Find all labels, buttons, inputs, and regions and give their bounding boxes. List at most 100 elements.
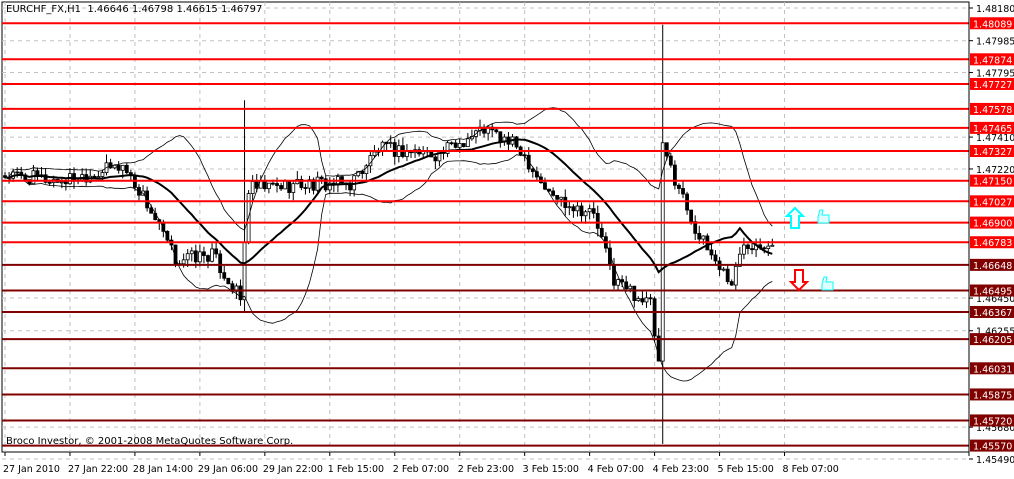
chart-window[interactable]: 1.48180 1.47985 1.47795 1.47410 1.47220 1.464… (0, 0, 1014, 479)
level-price-label: 1.47327 (973, 147, 1012, 158)
candle-body (116, 164, 121, 171)
candle-body (709, 249, 714, 256)
candle-body (315, 176, 320, 191)
candle-body (250, 181, 255, 195)
candle-body (153, 212, 158, 221)
candle-body (579, 205, 584, 217)
candle-body (599, 227, 604, 238)
symbol-label: EURCHF_FX,H1 (6, 4, 82, 15)
candle-body (108, 162, 113, 169)
x-tick-label: 1 Feb 15:00 (328, 464, 384, 475)
level-price-label: 1.46495 (973, 287, 1012, 298)
x-tick-label: 2 Feb 23:00 (458, 464, 514, 475)
candle-body (648, 297, 653, 300)
candle-body (206, 255, 210, 262)
candle-body (746, 244, 750, 249)
candle-body (433, 156, 438, 162)
candle-body (303, 187, 308, 189)
candle-body (729, 281, 734, 286)
candle-body (15, 171, 20, 174)
x-tick-label: 29 Jan 06:00 (198, 464, 258, 475)
candle-body (453, 142, 458, 148)
candle-body (750, 248, 754, 251)
candle-body (664, 142, 669, 157)
candle-body (587, 208, 592, 213)
candle-body (202, 251, 206, 256)
candle-body (275, 183, 279, 186)
level-price-label: 1.46648 (973, 261, 1012, 272)
y-tick-label: 1.47220 (976, 165, 1014, 176)
candle-body (59, 181, 64, 184)
candle-body (677, 184, 681, 189)
candle-body (616, 279, 620, 286)
level-price-label: 1.46205 (973, 335, 1012, 346)
candle-body (124, 164, 129, 174)
y-tick-label: 1.47795 (976, 69, 1014, 80)
candle-body (266, 182, 271, 190)
ohlc-values: 1.46646 1.46798 1.46615 1.46797 (87, 4, 263, 15)
candle-body (279, 185, 283, 190)
x-tick-label: 2 Feb 07:00 (393, 464, 449, 475)
candle-body (770, 244, 775, 247)
candle-body (214, 248, 219, 255)
candle-body (721, 268, 726, 271)
candle-body (465, 138, 470, 147)
candle-body (222, 272, 227, 279)
x-tick-label: 3 Feb 15:00 (523, 464, 579, 475)
level-price-label: 1.47727 (973, 80, 1012, 91)
level-price-label: 1.46783 (973, 238, 1012, 249)
level-price-label: 1.47578 (973, 105, 1012, 116)
candle-body (595, 212, 600, 229)
level-price-label: 1.45720 (973, 416, 1012, 427)
candle-body (189, 250, 194, 255)
candle-body (372, 151, 377, 157)
x-tick-label: 5 Feb 15:00 (718, 464, 774, 475)
candle-body (457, 143, 462, 148)
candle-body (112, 164, 117, 169)
candle-body (197, 251, 202, 263)
candle-body (530, 168, 535, 173)
candle-body (181, 259, 186, 265)
candle-body (681, 188, 685, 195)
candle-body (689, 209, 694, 223)
candle-body (291, 183, 296, 193)
level-price-label: 1.47150 (973, 177, 1012, 188)
candle-body (514, 136, 519, 148)
candle-body (733, 265, 738, 286)
candle-body (498, 131, 503, 142)
candle-body (697, 232, 702, 240)
candle-body (283, 180, 288, 190)
candle-body (226, 277, 231, 285)
candle-body (271, 182, 275, 185)
candle-body (494, 129, 499, 133)
candle-body (701, 235, 706, 240)
candle-body (262, 180, 267, 190)
plot-area (1, 1, 970, 453)
copyright: Broco Investor, © 2001-2008 MetaQuotes S… (6, 436, 294, 447)
candle-body (96, 176, 101, 178)
candle-body (149, 207, 154, 214)
candle-body (636, 298, 641, 302)
candle-body (64, 181, 68, 185)
candle-body (35, 170, 40, 177)
candle-body (640, 298, 645, 303)
candle-body (652, 298, 657, 337)
x-tick-label: 4 Feb 23:00 (653, 464, 709, 475)
y-tick-label: 1.48180 (976, 4, 1014, 15)
price-chart[interactable]: 1.481801.479851.477951.474101.472201.464… (0, 0, 1014, 479)
level-price-label: 1.47874 (973, 55, 1012, 66)
candle-body (360, 170, 365, 174)
candle-body (388, 142, 393, 145)
candle-body (575, 205, 580, 212)
candle-body (713, 254, 718, 262)
candle-body (567, 206, 572, 209)
level-price-label: 1.45570 (973, 442, 1012, 453)
candle-body (742, 244, 746, 255)
x-tick-label: 29 Jan 22:00 (263, 464, 323, 475)
candle-body (673, 164, 677, 186)
candle-body (47, 181, 52, 184)
y-tick-label: 1.45490 (976, 455, 1014, 466)
candle-body (624, 281, 629, 290)
candle-body (563, 196, 568, 208)
x-tick-label: 27 Jan 22:00 (68, 464, 128, 475)
